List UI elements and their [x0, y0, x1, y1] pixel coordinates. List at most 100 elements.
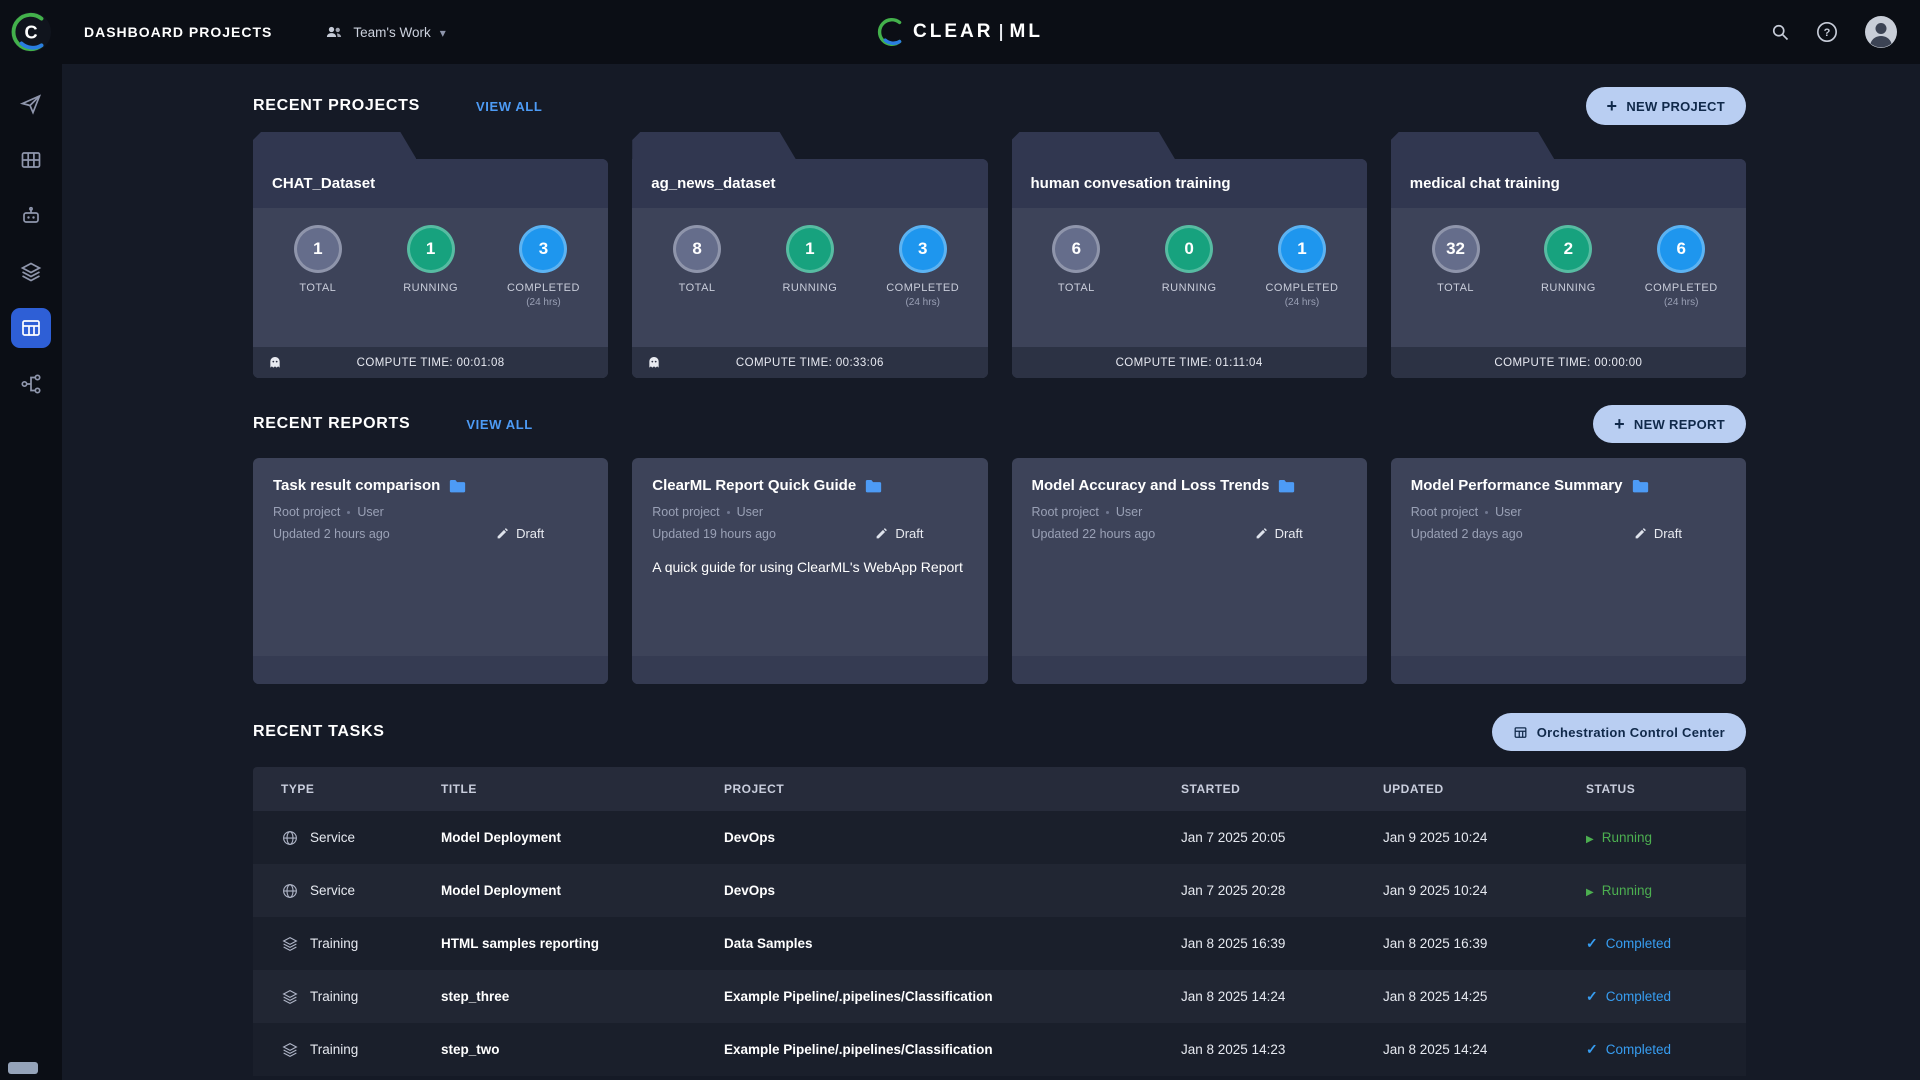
task-title: Model Deployment	[441, 830, 562, 845]
stat-label-completed: COMPLETED	[1265, 282, 1339, 294]
running-count-badge: 1	[785, 225, 834, 273]
project-card-title: CHAT_Dataset	[253, 159, 609, 208]
clearml-wordmark: CLEAR ML	[877, 17, 1043, 47]
wordmark-ml: ML	[1009, 21, 1043, 42]
report-updated: Updated 2 hours ago	[273, 526, 390, 541]
running-icon	[1586, 830, 1594, 845]
task-type: Training	[310, 989, 359, 1004]
total-count-badge: 6	[1052, 225, 1101, 273]
report-card[interactable]: Task result comparison Root project User …	[253, 458, 609, 684]
task-row[interactable]: Training step_three Example Pipeline/.pi…	[253, 970, 1746, 1023]
help-button[interactable]: ?	[1816, 21, 1838, 43]
stat-label-completed: COMPLETED	[886, 282, 960, 294]
task-title: HTML samples reporting	[441, 936, 600, 951]
workspace-selector[interactable]: Team's Work	[324, 22, 445, 42]
main-content: RECENT PROJECTS VIEW ALL NEW PROJECT CHA…	[62, 64, 1920, 1080]
project-folder-tab	[253, 132, 416, 159]
report-card-footer	[1390, 656, 1746, 684]
compute-time: COMPUTE TIME: 01:11:04	[1115, 356, 1263, 369]
project-card[interactable]: ag_news_dataset 8 TOTAL 1 RUNNING 3 COMPLET…	[632, 132, 988, 378]
pencil-icon	[876, 528, 888, 539]
user-avatar[interactable]	[1864, 15, 1898, 49]
training-icon	[282, 1042, 298, 1057]
dot-separator	[1105, 510, 1109, 514]
sidebar-item-pipelines[interactable]	[11, 364, 51, 404]
task-started: Jan 8 2025 16:39	[1181, 936, 1286, 951]
column-header-updated: UPDATED	[1383, 782, 1444, 796]
recent-tasks-section: RECENT TASKS Orchestration Control Cente…	[253, 708, 1746, 1076]
project-card-title: medical chat training	[1390, 159, 1746, 208]
sidebar-item-workers[interactable]	[11, 140, 51, 180]
stat-label-running: RUNNING	[403, 282, 459, 294]
orchestration-button-label: Orchestration Control Center	[1536, 724, 1725, 740]
task-project: Example Pipeline/.pipelines/Classificati…	[724, 1042, 993, 1057]
sidebar-item-projects[interactable]	[11, 84, 51, 124]
task-row[interactable]: Training HTML samples reporting Data Sam…	[253, 917, 1746, 970]
stat-label-running: RUNNING	[1161, 282, 1217, 294]
orchestration-control-center-button[interactable]: Orchestration Control Center	[1491, 713, 1746, 751]
new-report-label: NEW REPORT	[1633, 416, 1725, 432]
pencil-icon	[1256, 528, 1267, 539]
training-icon	[282, 989, 298, 1004]
column-header-project: PROJECT	[724, 782, 785, 796]
running-count-badge: 0	[1165, 225, 1214, 273]
ghost-icon	[646, 355, 662, 371]
reports-view-all-link[interactable]: VIEW ALL	[466, 417, 532, 432]
search-button[interactable]	[1770, 22, 1790, 42]
sidebar-item-datasets[interactable]	[11, 252, 51, 292]
project-card[interactable]: CHAT_Dataset 1 TOTAL 1 RUNNING 3 COMPLETED (…	[253, 132, 609, 378]
pencil-icon	[1635, 528, 1646, 539]
task-updated: Jan 9 2025 10:24	[1383, 883, 1488, 898]
new-report-button[interactable]: NEW REPORT	[1593, 405, 1746, 443]
report-title: ClearML Report Quick Guide	[652, 477, 857, 494]
workspace-label: Team's Work	[353, 24, 431, 40]
stat-label-completed: COMPLETED	[506, 282, 580, 294]
report-status-badge: Draft	[1255, 526, 1303, 541]
help-icon: ?	[1817, 22, 1837, 42]
task-row[interactable]: Training step_two Example Pipeline/.pipe…	[253, 1023, 1746, 1076]
task-title: Model Deployment	[441, 883, 562, 898]
completed-count-badge: 3	[519, 225, 568, 273]
report-author: User	[357, 505, 384, 519]
new-project-button[interactable]: NEW PROJECT	[1585, 87, 1746, 125]
dot-separator	[726, 510, 730, 514]
task-status: Running	[1586, 830, 1746, 845]
report-card[interactable]: Model Accuracy and Loss Trends Root proj…	[1011, 458, 1367, 684]
wordmark-divider	[1000, 23, 1003, 41]
tasks-table-header: TYPE TITLE PROJECT STARTED UPDATED STATU…	[253, 767, 1746, 811]
stat-label-total: TOTAL	[299, 282, 337, 294]
stat-window-label: (24 hrs)	[526, 297, 561, 308]
report-status-badge: Draft	[496, 526, 544, 541]
task-type: Service	[310, 883, 356, 898]
pencil-icon	[497, 528, 508, 539]
project-folder-tab	[632, 132, 795, 159]
task-updated: Jan 8 2025 14:24	[1383, 1042, 1488, 1057]
folder-icon	[866, 479, 882, 492]
report-card-footer	[253, 656, 609, 684]
service-icon	[283, 883, 297, 898]
sidebar-item-models[interactable]	[11, 196, 51, 236]
topbar-actions: ?	[1770, 15, 1920, 49]
project-card[interactable]: human convesation training 6 TOTAL 0 RUNNI…	[1011, 132, 1367, 378]
sidebar-bottom-indicator	[8, 1062, 38, 1074]
project-card[interactable]: medical chat training 32 TOTAL 2 RUNNING 6…	[1390, 132, 1746, 378]
project-card-footer: COMPUTE TIME: 01:11:04	[1011, 347, 1367, 378]
report-title: Task result comparison	[273, 477, 441, 494]
search-icon	[1772, 24, 1789, 41]
report-card[interactable]: ClearML Report Quick Guide Root project U…	[632, 458, 988, 684]
task-updated: Jan 8 2025 16:39	[1383, 936, 1488, 951]
report-description: A quick guide for using ClearML's WebApp…	[652, 559, 963, 575]
dot-separator	[347, 510, 351, 514]
sidebar-item-orchestration[interactable]	[11, 308, 51, 348]
clearml-logo[interactable]: C	[0, 11, 62, 53]
task-row[interactable]: Service Model Deployment DevOps Jan 7 20…	[253, 811, 1746, 864]
new-project-label: NEW PROJECT	[1626, 98, 1725, 114]
report-status-badge: Draft	[875, 526, 924, 541]
projects-view-all-link[interactable]: VIEW ALL	[476, 99, 542, 114]
task-row[interactable]: Service Model Deployment DevOps Jan 7 20…	[253, 864, 1746, 917]
task-started: Jan 8 2025 14:24	[1181, 989, 1286, 1004]
report-author: User	[1115, 505, 1143, 519]
recent-projects-section: RECENT PROJECTS VIEW ALL NEW PROJECT CHA…	[253, 82, 1746, 378]
ghost-icon	[267, 355, 283, 371]
report-card[interactable]: Model Performance Summary Root project Us…	[1390, 458, 1746, 684]
